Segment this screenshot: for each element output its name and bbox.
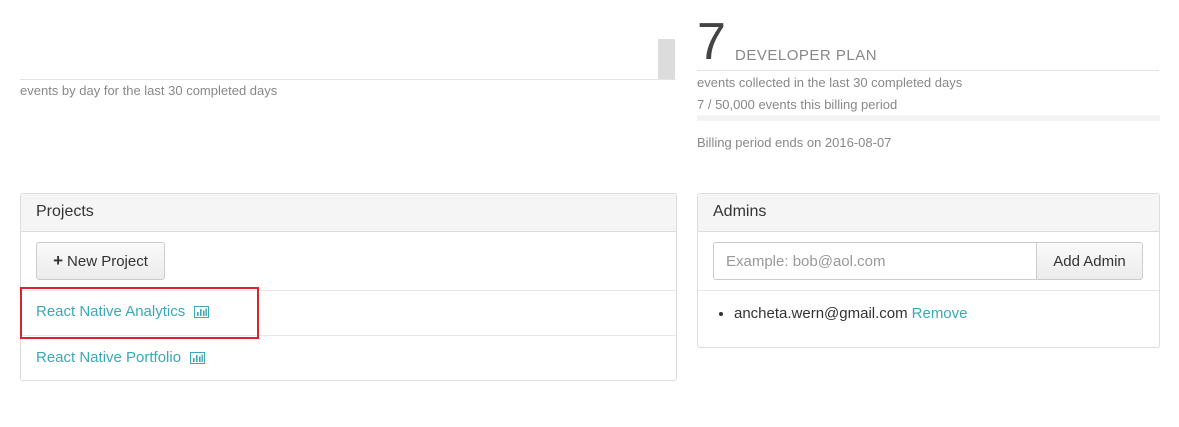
project-name: React Native Analytics — [36, 303, 186, 320]
admin-list-item: ancheta.wern@gmail.comRemove — [734, 305, 968, 322]
billing-period-end: Billing period ends on 2016-08-07 — [697, 135, 892, 150]
bar-chart-icon[interactable] — [190, 351, 206, 364]
divider — [697, 70, 1159, 71]
add-admin-button[interactable]: Add Admin — [1036, 242, 1143, 280]
project-row: React Native Analytics — [21, 290, 676, 336]
admins-panel-title: Admins — [698, 194, 1159, 232]
project-name: React Native Portfolio — [36, 349, 182, 366]
events-chart — [20, 0, 676, 80]
new-project-label: New Project — [67, 252, 148, 270]
billing-usage-text: 7 / 50,000 events this billing period — [697, 97, 898, 112]
projects-panel-title: Projects — [21, 194, 676, 232]
project-link-react-native-analytics[interactable]: React Native Analytics — [36, 303, 210, 320]
project-row: React Native Portfolio — [21, 335, 676, 381]
events-chart-caption: events by day for the last 30 completed … — [20, 83, 278, 98]
new-project-button[interactable]: + New Project — [36, 242, 165, 280]
projects-panel: Projects + New Project React Native Anal… — [20, 193, 677, 381]
admin-list: ancheta.wern@gmail.comRemove — [716, 305, 968, 322]
plus-icon: + — [53, 251, 64, 270]
usage-progress-bar — [697, 115, 1160, 121]
project-link-react-native-portfolio[interactable]: React Native Portfolio — [36, 349, 206, 366]
admins-panel: Admins Add Admin ancheta.wern@gmail.comR… — [697, 193, 1160, 348]
plan-name: DEVELOPER PLAN — [735, 47, 878, 64]
bar-chart-icon[interactable] — [194, 305, 210, 318]
event-count: 7 — [697, 13, 726, 71]
remove-admin-link[interactable]: Remove — [912, 305, 968, 322]
admin-email: ancheta.wern@gmail.com — [734, 305, 908, 322]
events-collected-text: events collected in the last 30 complete… — [697, 75, 963, 90]
chart-bar-latest-day — [658, 39, 675, 79]
divider — [698, 290, 1159, 291]
admin-email-input[interactable] — [713, 242, 1037, 280]
